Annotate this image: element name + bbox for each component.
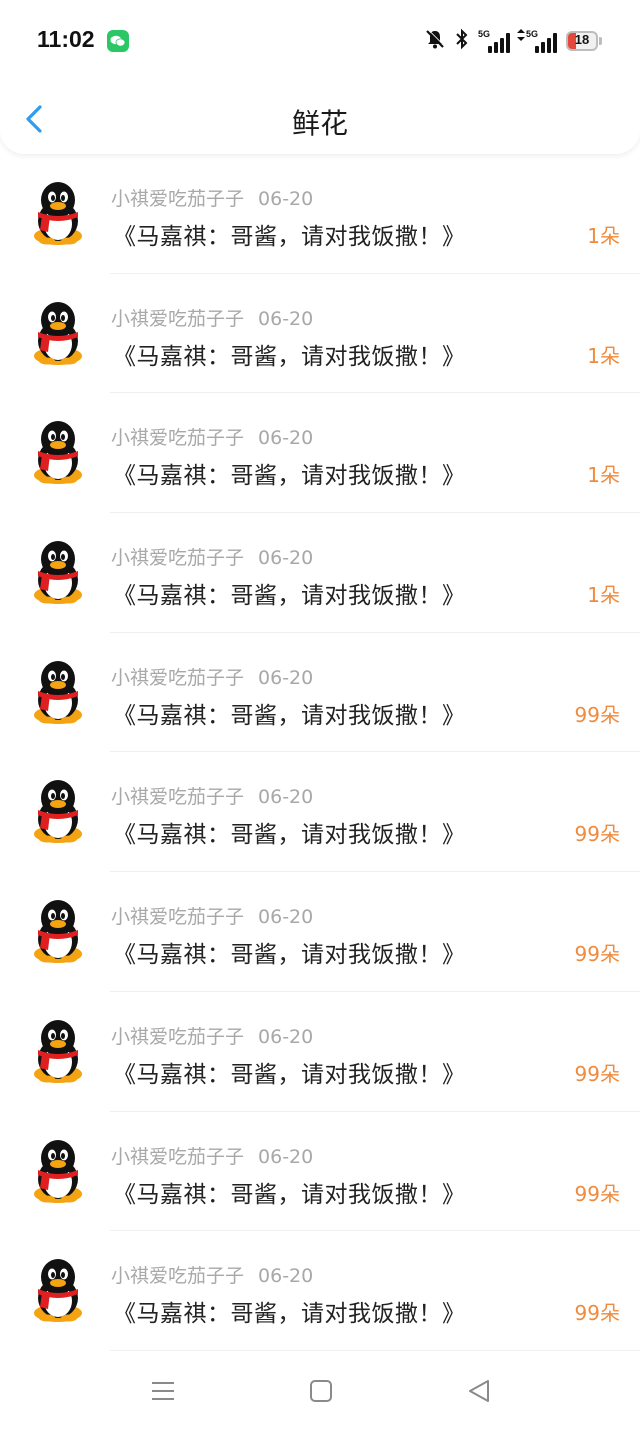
item-username: 小祺爱吃茄子子 <box>111 547 245 570</box>
list-item[interactable]: 小祺爱吃茄子子 06-20 《马嘉祺：哥酱，请对我饭撒！》 99朵 <box>0 1112 640 1232</box>
item-message: 《马嘉祺：哥酱，请对我饭撒！》 <box>113 1061 466 1088</box>
item-message: 《马嘉祺：哥酱，请对我饭撒！》 <box>113 702 466 729</box>
flower-count: 1朵 <box>587 583 620 608</box>
item-message: 《马嘉祺：哥酱，请对我饭撒！》 <box>113 1301 466 1328</box>
list-item[interactable]: 小祺爱吃茄子子 06-20 《马嘉祺：哥酱，请对我饭撒！》 1朵 <box>0 393 640 514</box>
flower-count: 99朵 <box>574 942 620 967</box>
wechat-icon <box>107 30 129 52</box>
item-username: 小祺爱吃茄子子 <box>111 188 245 210</box>
qq-penguin-avatar-icon[interactable] <box>30 898 86 964</box>
qq-penguin-avatar-icon[interactable] <box>30 539 86 605</box>
item-username: 小祺爱吃茄子子 <box>111 786 245 809</box>
system-nav-bar <box>0 1360 640 1420</box>
item-meta: 小祺爱吃茄子子 06-20 <box>111 423 313 450</box>
battery-level: 18 <box>574 32 590 47</box>
item-date: 06-20 <box>258 666 314 689</box>
net-type-label-2: 5G <box>526 29 539 39</box>
flower-count: 99朵 <box>574 1301 620 1326</box>
item-message: 《马嘉祺：哥酱，请对我饭撒！》 <box>113 942 466 969</box>
list-item[interactable]: 小祺爱吃茄子子 06-20 《马嘉祺：哥酱，请对我饭撒！》 99朵 <box>0 1231 640 1351</box>
item-message: 《马嘉祺：哥酱，请对我饭撒！》 <box>113 343 466 370</box>
qq-penguin-avatar-icon[interactable] <box>30 1018 86 1084</box>
battery-icon: 18 <box>566 31 598 51</box>
flower-count: 1朵 <box>587 343 620 368</box>
signal-5g-2-icon: 5G <box>517 29 557 53</box>
item-date: 06-20 <box>258 1025 314 1048</box>
bluetooth-icon <box>455 28 469 54</box>
item-username: 小祺爱吃茄子子 <box>111 427 245 450</box>
item-message: 《马嘉祺：哥酱，请对我饭撒！》 <box>113 822 466 849</box>
flower-count: 99朵 <box>574 1181 620 1206</box>
item-username: 小祺爱吃茄子子 <box>111 906 245 929</box>
list-item[interactable]: 小祺爱吃茄子子 06-20 《马嘉祺：哥酱，请对我饭撒！》 99朵 <box>0 633 640 753</box>
item-date: 06-20 <box>258 188 314 210</box>
signal-5g-1-icon: 5G <box>478 29 510 53</box>
item-date: 06-20 <box>258 1145 314 1168</box>
flower-count: 99朵 <box>574 822 620 847</box>
list-item[interactable]: 小祺爱吃茄子子 06-20 《马嘉祺：哥酱，请对我饭撒！》 1朵 <box>0 513 640 633</box>
item-message: 《马嘉祺：哥酱，请对我饭撒！》 <box>113 583 466 610</box>
item-username: 小祺爱吃茄子子 <box>111 1025 245 1048</box>
net-type-label-1: 5G <box>478 29 491 39</box>
item-message: 《马嘉祺：哥酱，请对我饭撒！》 <box>113 224 466 250</box>
status-icons: 5G 5G 18 <box>424 28 602 54</box>
item-meta: 小祺爱吃茄子子 06-20 <box>111 543 313 570</box>
back-triangle-icon[interactable] <box>464 1376 494 1406</box>
list-item[interactable]: 小祺爱吃茄子子 06-20 《马嘉祺：哥酱，请对我饭撒！》 1朵 <box>0 154 640 274</box>
item-username: 小祺爱吃茄子子 <box>111 1265 245 1288</box>
status-time: 11:02 <box>37 26 95 52</box>
qq-penguin-avatar-icon[interactable] <box>30 1257 86 1323</box>
flower-count: 99朵 <box>574 702 620 727</box>
item-date: 06-20 <box>258 1265 314 1288</box>
list-item[interactable]: 小祺爱吃茄子子 06-20 《马嘉祺：哥酱，请对我饭撒！》 99朵 <box>0 752 640 873</box>
item-meta: 小祺爱吃茄子子 06-20 <box>111 663 313 690</box>
list-item[interactable]: 小祺爱吃茄子子 06-20 《马嘉祺：哥酱，请对我饭撒！》 99朵 <box>0 872 640 992</box>
qq-penguin-avatar-icon[interactable] <box>30 180 86 246</box>
mute-bell-icon <box>424 28 446 54</box>
item-username: 小祺爱吃茄子子 <box>111 307 245 330</box>
item-meta: 小祺爱吃茄子子 06-20 <box>111 1022 313 1049</box>
item-date: 06-20 <box>258 427 314 450</box>
flower-count: 1朵 <box>587 463 620 488</box>
top-bar: 11:02 5G 5G 18 鲜花 <box>0 0 640 154</box>
item-date: 06-20 <box>258 906 314 929</box>
battery-tip <box>599 37 602 45</box>
item-username: 小祺爱吃茄子子 <box>111 666 245 689</box>
item-date: 06-20 <box>258 307 314 330</box>
home-square-icon[interactable] <box>306 1376 336 1406</box>
item-meta: 小祺爱吃茄子子 06-20 <box>111 304 313 331</box>
menu-icon[interactable] <box>148 1376 178 1406</box>
item-meta: 小祺爱吃茄子子 06-20 <box>111 1142 313 1169</box>
flower-count: 1朵 <box>587 224 620 248</box>
qq-penguin-avatar-icon[interactable] <box>30 419 86 485</box>
nav-bar: 鲜花 <box>0 88 640 150</box>
status-bar: 11:02 5G 5G 18 <box>0 0 640 80</box>
item-username: 小祺爱吃茄子子 <box>111 1145 245 1168</box>
item-meta: 小祺爱吃茄子子 06-20 <box>111 782 313 809</box>
item-meta: 小祺爱吃茄子子 06-20 <box>111 1261 313 1288</box>
item-message: 《马嘉祺：哥酱，请对我饭撒！》 <box>113 1181 466 1208</box>
list-item[interactable]: 小祺爱吃茄子子 06-20 《马嘉祺：哥酱，请对我饭撒！》 99朵 <box>0 992 640 1112</box>
qq-penguin-avatar-icon[interactable] <box>30 659 86 725</box>
item-meta: 小祺爱吃茄子子 06-20 <box>111 902 313 929</box>
qq-penguin-avatar-icon[interactable] <box>30 778 86 844</box>
qq-penguin-avatar-icon[interactable] <box>30 1138 86 1204</box>
page-title: 鲜花 <box>291 107 348 140</box>
flower-list: 小祺爱吃茄子子 06-20 《马嘉祺：哥酱，请对我饭撒！》 1朵 小祺爱吃茄子子 0… <box>0 154 640 1351</box>
item-date: 06-20 <box>258 547 314 570</box>
list-item[interactable]: 小祺爱吃茄子子 06-20 《马嘉祺：哥酱，请对我饭撒！》 1朵 <box>0 274 640 394</box>
flower-count: 99朵 <box>574 1061 620 1086</box>
qq-penguin-avatar-icon[interactable] <box>30 300 86 366</box>
item-meta: 小祺爱吃茄子子 06-20 <box>111 184 313 211</box>
item-message: 《马嘉祺：哥酱，请对我饭撒！》 <box>113 463 466 490</box>
row-divider <box>110 1349 640 1351</box>
item-date: 06-20 <box>258 786 314 809</box>
